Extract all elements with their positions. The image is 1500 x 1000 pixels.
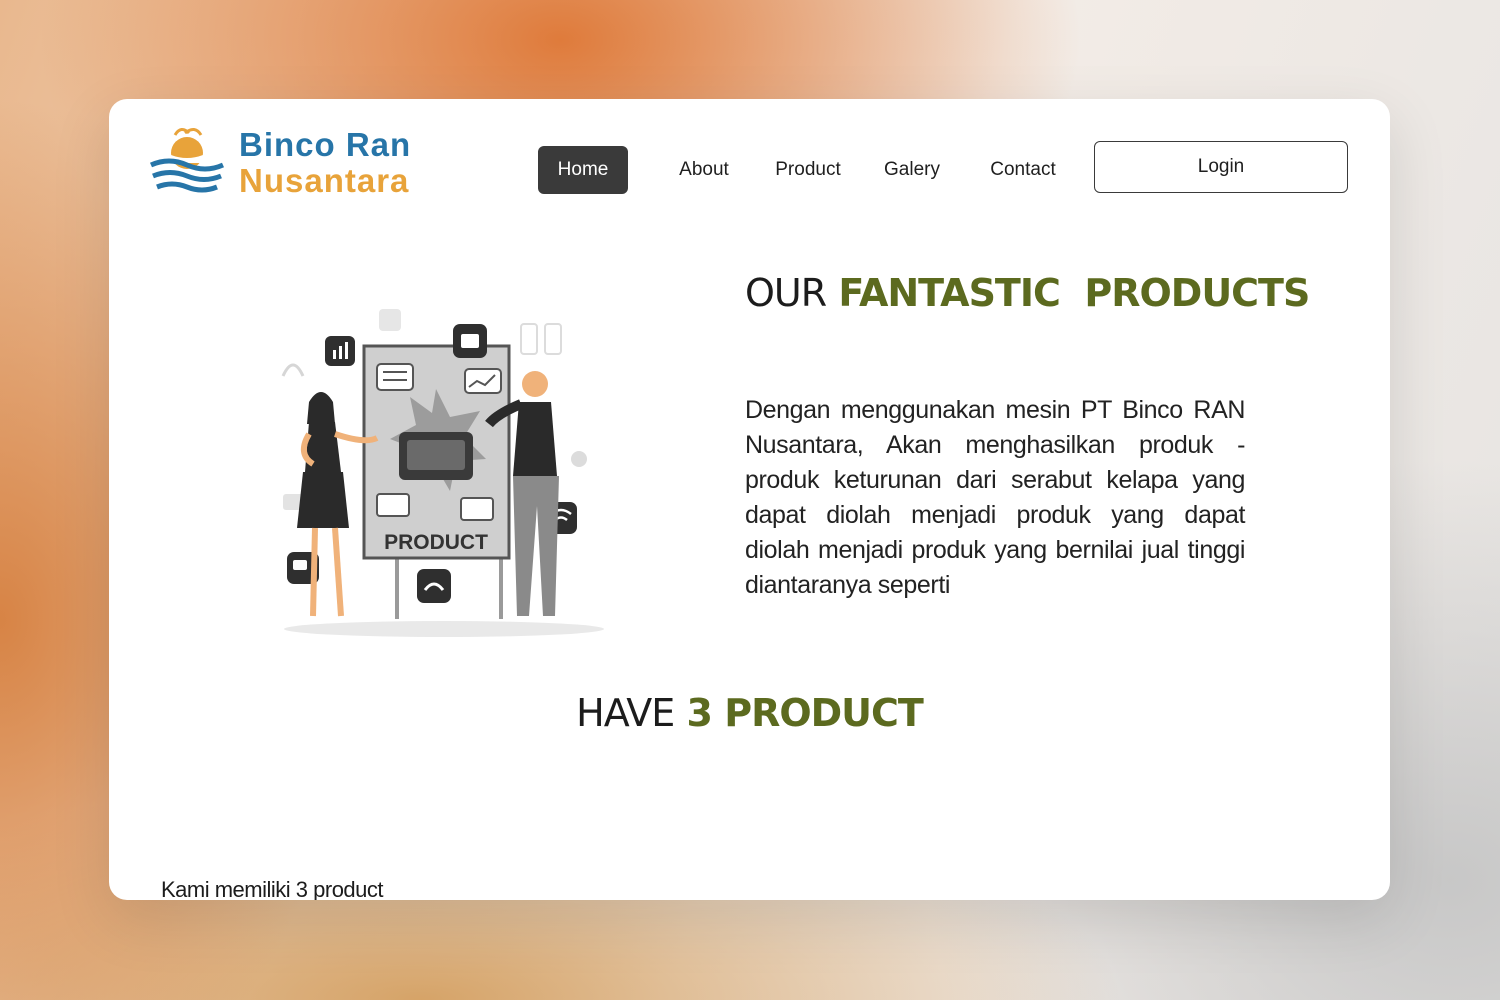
brand-name-line1: Binco Ran xyxy=(239,126,412,163)
section-title: HAVE 3 PRODUCT xyxy=(109,691,1390,735)
brand-logo[interactable]: Binco Ran Nusantara xyxy=(149,121,439,201)
hero-title-fantastic: FANTASTIC xyxy=(838,271,1061,315)
hero-title: OUR FANTASTIC PRODUCTS xyxy=(745,271,1310,315)
nav-product[interactable]: Product xyxy=(762,146,854,194)
coconut-wave-logo-icon xyxy=(149,128,225,193)
nav-about[interactable]: About xyxy=(664,146,744,194)
nav-galery[interactable]: Galery xyxy=(876,146,948,194)
browser-window: Binco Ran Nusantara Home About Product G… xyxy=(109,99,1390,900)
nav-home[interactable]: Home xyxy=(538,146,628,194)
hero-description: Dengan menggunakan mesin PT Binco RAN Nu… xyxy=(745,396,1245,599)
login-button[interactable]: Login xyxy=(1094,141,1348,193)
brand-name-line2: Nusantara xyxy=(239,162,410,199)
product-presentation-illustration: PRODUCT xyxy=(281,309,604,637)
hero-title-products: PRODUCTS xyxy=(1084,271,1310,315)
section-title-count: 3 PRODUCT xyxy=(686,691,924,735)
section-subtitle: Kami memiliki 3 product xyxy=(161,877,384,900)
section-title-have: HAVE xyxy=(576,691,675,735)
illustration-label: PRODUCT xyxy=(384,531,488,554)
brand-name: Binco Ran Nusantara xyxy=(239,127,411,199)
nav-contact[interactable]: Contact xyxy=(982,146,1064,194)
hero-title-our: OUR xyxy=(745,271,827,315)
